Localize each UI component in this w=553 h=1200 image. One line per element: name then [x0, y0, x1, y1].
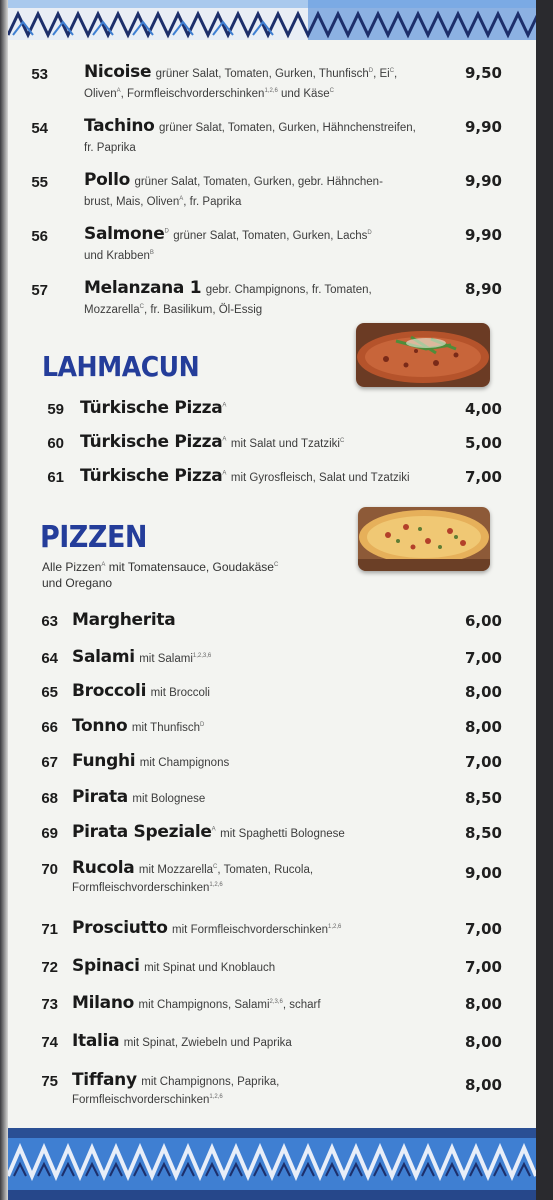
- item-price: 8,00: [464, 683, 502, 701]
- item-name: Rucola: [72, 858, 135, 878]
- item-description-line2: fr. Paprika: [84, 142, 136, 154]
- bottom-decorative-border: [8, 1128, 536, 1200]
- item-number: 61: [47, 469, 64, 486]
- item-name: Tonno: [72, 716, 128, 736]
- item-name: Tachino: [84, 116, 155, 136]
- item-description: grüner Salat, Tomaten, Gurken, LachsD: [173, 230, 372, 242]
- item-number: 60: [47, 435, 64, 452]
- item-number: 69: [41, 825, 58, 842]
- page-edge-shadow: [0, 0, 8, 1200]
- item-price: 5,00: [464, 434, 502, 452]
- item-description: mit Champignons, Paprika,: [141, 1076, 280, 1088]
- item-name: Nicoise: [84, 62, 152, 82]
- item-number: 70: [41, 861, 58, 878]
- item-description: mit Spinat und Knoblauch: [144, 962, 276, 974]
- item-price: 8,50: [464, 789, 502, 807]
- item-number: 54: [31, 120, 48, 137]
- item-price: 9,90: [464, 118, 502, 136]
- item-description: mit Salat und TzatzikiC: [230, 438, 345, 450]
- item-description: mit Broccoli: [150, 687, 210, 699]
- pizzen-intro: Alle PizzenA mit Tomatensauce, Goudakäse…: [42, 560, 279, 590]
- item-price: 8,00: [464, 995, 502, 1013]
- item-price: 6,00: [464, 612, 502, 630]
- item-name: Türkische Pizza: [80, 398, 223, 418]
- item-name: Italia: [72, 1031, 120, 1051]
- item-description-line2: OlivenA, Formfleischvorderschinken1,2,6 …: [84, 88, 334, 100]
- section-title-lahmacun: LAHMACUN: [42, 350, 200, 383]
- item-number: 75: [41, 1073, 58, 1090]
- allergen-note: A: [211, 826, 216, 833]
- item-description: mit Gyrosfleisch, Salat und Tzatziki: [230, 472, 410, 484]
- section-title-pizzen: PIZZEN: [40, 520, 147, 555]
- item-name: Pollo: [84, 170, 130, 190]
- item-number: 56: [31, 228, 48, 245]
- item-description: mit Spaghetti Bolognese: [220, 828, 345, 840]
- item-price: 7,00: [464, 920, 502, 938]
- item-number: 55: [31, 174, 48, 191]
- menu-page: 53 Nicoise grüner Salat, Tomaten, Gurken…: [8, 0, 536, 1200]
- item-name: Funghi: [72, 751, 136, 771]
- pizza-photo: [358, 507, 490, 571]
- item-price: 8,00: [464, 1033, 502, 1051]
- item-description-line2: MozzarellaC, fr. Basilikum, Öl-Essig: [84, 304, 263, 316]
- item-number: 59: [47, 401, 64, 418]
- item-price: 7,00: [464, 649, 502, 667]
- item-number: 73: [41, 996, 58, 1013]
- item-description: mit Bolognese: [132, 793, 206, 805]
- item-description: mit Champignons: [139, 757, 230, 769]
- item-name: Türkische Pizza: [80, 466, 223, 486]
- item-number: 64: [41, 650, 58, 667]
- lahmacun-photo: [356, 323, 490, 387]
- item-number: 63: [41, 613, 58, 630]
- item-number: 74: [41, 1034, 58, 1051]
- item-price: 7,00: [464, 468, 502, 486]
- item-description-line2: Formfleischvorderschinken1,2,6: [72, 1094, 223, 1106]
- item-number: 57: [31, 282, 48, 299]
- item-number: 72: [41, 959, 58, 976]
- item-price: 8,00: [464, 1076, 502, 1094]
- item-number: 68: [41, 790, 58, 807]
- item-name: Margherita: [72, 610, 176, 630]
- top-decorative-border: [8, 0, 536, 40]
- item-price: 7,00: [464, 958, 502, 976]
- item-price: 8,50: [464, 824, 502, 842]
- item-name: Pirata Speziale: [72, 822, 212, 842]
- item-name: Spinaci: [72, 956, 140, 976]
- item-description: mit Spinat, Zwiebeln und Paprika: [123, 1037, 292, 1049]
- item-description-line2: brust, Mais, OlivenA, fr. Paprika: [84, 196, 242, 208]
- item-name: Prosciutto: [72, 918, 168, 938]
- item-name: Salami: [72, 647, 135, 667]
- item-description: grüner Salat, Tomaten, Gurken, gebr. Häh…: [134, 176, 383, 188]
- item-price: 8,00: [464, 718, 502, 736]
- item-name: Salmone: [84, 224, 165, 244]
- item-name: Broccoli: [72, 681, 147, 701]
- item-price: 4,00: [464, 400, 502, 418]
- item-name: Milano: [72, 993, 135, 1013]
- item-number: 65: [41, 684, 58, 701]
- item-price: 9,90: [464, 172, 502, 190]
- item-number: 53: [31, 66, 48, 83]
- item-name: Tiffany: [72, 1070, 137, 1090]
- item-description: gebr. Champignons, fr. Tomaten,: [205, 284, 372, 296]
- item-number: 67: [41, 754, 58, 771]
- item-price: 9,50: [464, 64, 502, 82]
- item-description: mit Salami1,2,3,6: [139, 653, 212, 665]
- item-number: 66: [41, 719, 58, 736]
- item-description-line2: Formfleischvorderschinken1,2,6: [72, 882, 223, 894]
- item-name: Türkische Pizza: [80, 432, 223, 452]
- item-description: grüner Salat, Tomaten, Gurken, Thunfisch…: [155, 68, 398, 80]
- item-name: Melanzana 1: [84, 278, 202, 298]
- item-description: mit Formfleischvorderschinken1,2,6: [172, 924, 342, 936]
- item-price: 7,00: [464, 753, 502, 771]
- item-name: Pirata: [72, 787, 128, 807]
- item-description-line2: und KrabbenB: [84, 250, 154, 262]
- item-number: 71: [41, 921, 58, 938]
- item-price: 9,00: [464, 864, 502, 882]
- item-description: mit MozzarellaC, Tomaten, Rucola,: [138, 864, 314, 876]
- item-description: mit ThunfischD: [131, 722, 205, 734]
- item-description: grüner Salat, Tomaten, Gurken, Hähnchens…: [159, 122, 416, 134]
- item-description: mit Champignons, Salami2,3,6, scharf: [138, 999, 321, 1011]
- item-price: 9,90: [464, 226, 502, 244]
- item-price: 8,90: [464, 280, 502, 298]
